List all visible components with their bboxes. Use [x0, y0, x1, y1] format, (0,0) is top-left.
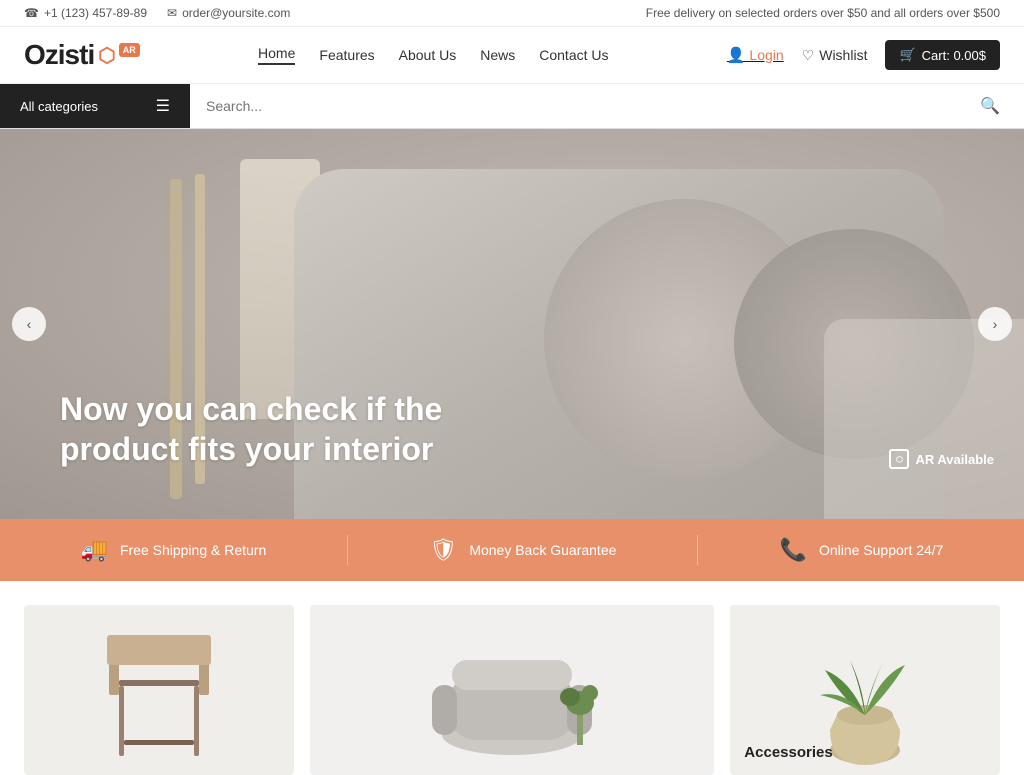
categories-label: All categories	[20, 99, 98, 114]
search-input[interactable]	[206, 98, 972, 114]
product-card-accessories[interactable]: Accessories	[730, 605, 1000, 775]
login-button[interactable]: 👤 Login	[727, 46, 784, 64]
heart-icon: ♡	[802, 47, 815, 64]
cart-button[interactable]: 🛒 Cart: 0.00$	[885, 40, 1000, 70]
ar-badge-icon: ⬡	[889, 449, 909, 469]
benefit-money-back: 🛡 Money Back Guarantee	[429, 537, 616, 563]
money-back-icon: 🛡	[429, 537, 457, 563]
product-card-sofa[interactable]	[310, 605, 715, 775]
user-icon: 👤	[727, 47, 746, 64]
hero-content: Now you can check if the product fits yo…	[0, 389, 540, 519]
logo-ar-wrapper: ⬡ AR	[98, 43, 139, 68]
shipping-icon: 🚚	[81, 537, 108, 563]
logo-ar-badge: AR	[119, 43, 140, 57]
main-nav: Home Features About Us News Contact Us	[258, 45, 608, 65]
hamburger-icon: ☰	[156, 96, 170, 116]
logo-cube-icon: ⬡	[98, 43, 114, 68]
categories-button[interactable]: All categories ☰	[0, 84, 190, 128]
benefit-divider-1	[347, 535, 348, 565]
email-info: ✉ order@yoursite.com	[167, 6, 290, 20]
delivery-notice: Free delivery on selected orders over $5…	[646, 6, 1000, 20]
hero-section: ‹ › Now you can check if the product fit…	[0, 129, 1024, 519]
logo[interactable]: Ozisti ⬡ AR	[24, 39, 140, 71]
accessories-label: Accessories	[744, 744, 832, 761]
wishlist-button[interactable]: ♡ Wishlist	[802, 47, 868, 64]
benefit-divider-2	[697, 535, 698, 565]
ar-badge-label: AR Available	[915, 452, 994, 467]
nav-news[interactable]: News	[480, 47, 515, 63]
header-actions: 👤 Login ♡ Wishlist 🛒 Cart: 0.00$	[727, 40, 1000, 70]
support-label: Online Support 24/7	[819, 542, 944, 558]
search-submit-button[interactable]: 🔍	[972, 88, 1008, 124]
chair-svg	[89, 620, 229, 775]
phone-info: ☎ +1 (123) 457-89-89	[24, 6, 147, 20]
search-bar: All categories ☰ 🔍	[0, 84, 1024, 129]
cart-label: Cart: 0.00$	[922, 48, 986, 63]
nav-contact[interactable]: Contact Us	[539, 47, 608, 63]
nav-about[interactable]: About Us	[399, 47, 457, 63]
hero-title: Now you can check if the product fits yo…	[60, 389, 480, 469]
hero-next-button[interactable]: ›	[978, 307, 1012, 341]
prev-arrow-icon: ‹	[27, 316, 32, 332]
sofa-small-svg	[412, 615, 612, 775]
nav-home[interactable]: Home	[258, 45, 295, 65]
product-card-chair[interactable]	[24, 605, 294, 775]
benefit-support: 📞 Online Support 24/7	[780, 537, 944, 563]
top-bar: ☎ +1 (123) 457-89-89 ✉ order@yoursite.co…	[0, 0, 1024, 27]
search-input-wrap: 🔍	[190, 88, 1024, 124]
email-address: order@yoursite.com	[182, 6, 290, 20]
phone-number: +1 (123) 457-89-89	[44, 6, 147, 20]
logo-text: Ozisti	[24, 39, 94, 71]
shipping-label: Free Shipping & Return	[120, 542, 266, 558]
products-section: Accessories	[0, 581, 1024, 775]
support-icon: 📞	[780, 537, 807, 563]
ar-badge: ⬡ AR Available	[889, 449, 994, 469]
benefit-shipping: 🚚 Free Shipping & Return	[81, 537, 267, 563]
next-arrow-icon: ›	[993, 316, 998, 332]
top-bar-left: ☎ +1 (123) 457-89-89 ✉ order@yoursite.co…	[24, 6, 290, 20]
hero-prev-button[interactable]: ‹	[12, 307, 46, 341]
email-icon: ✉	[167, 6, 177, 20]
benefits-bar: 🚚 Free Shipping & Return 🛡 Money Back Gu…	[0, 519, 1024, 581]
sofa-arm	[824, 319, 1024, 519]
nav-features[interactable]: Features	[319, 47, 374, 63]
search-icon: 🔍	[980, 98, 1000, 115]
header: Ozisti ⬡ AR Home Features About Us News …	[0, 27, 1024, 84]
phone-icon: ☎	[24, 6, 39, 20]
login-label: Login	[749, 47, 783, 63]
money-back-label: Money Back Guarantee	[469, 542, 616, 558]
cart-icon: 🛒	[899, 47, 915, 63]
wishlist-label: Wishlist	[819, 47, 867, 63]
